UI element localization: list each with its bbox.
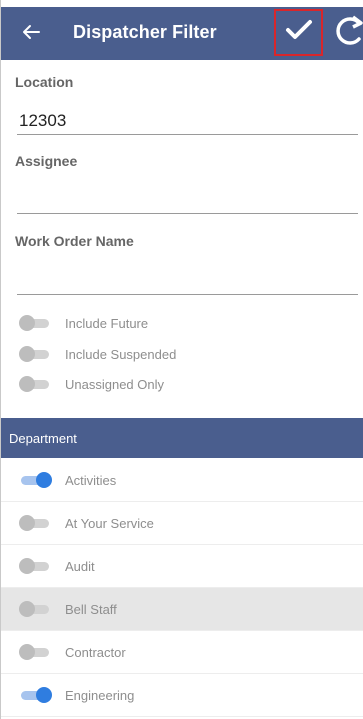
page-title: Dispatcher Filter — [73, 22, 217, 42]
audit-label: Audit — [65, 558, 95, 574]
unassigned-only-label: Unassigned Only — [65, 376, 164, 392]
department-header-label: Department — [9, 430, 77, 446]
department-item-at-your-service[interactable]: At Your Service — [1, 502, 363, 545]
work-order-name-input[interactable] — [17, 267, 358, 295]
include-suspended-toggle-row[interactable]: Include Suspended — [1, 339, 363, 369]
location-label: Location — [15, 74, 74, 90]
engineering-label: Engineering — [65, 687, 135, 703]
department-item-audit[interactable]: Audit — [1, 545, 363, 588]
location-input[interactable] — [17, 107, 358, 135]
unassigned-only-toggle-row[interactable]: Unassigned Only — [1, 369, 363, 399]
contractor-label: Contractor — [65, 644, 126, 660]
department-item-engineering[interactable]: Engineering — [1, 674, 363, 717]
department-item-activities[interactable]: Activities — [1, 459, 363, 502]
department-item-contractor[interactable]: Contractor — [1, 631, 363, 674]
include-future-toggle[interactable] — [19, 313, 51, 333]
include-suspended-label: Include Suspended — [65, 346, 177, 362]
apply-filter-button[interactable] — [274, 9, 323, 56]
audit-toggle[interactable] — [19, 556, 51, 576]
bell-staff-label: Bell Staff — [65, 601, 117, 617]
at-your-service-toggle[interactable] — [19, 513, 51, 533]
activities-label: Activities — [65, 472, 117, 488]
include-future-label: Include Future — [65, 315, 149, 331]
back-button[interactable] — [11, 16, 51, 52]
engineering-toggle[interactable] — [19, 685, 52, 705]
refresh-icon — [329, 14, 363, 52]
work-order-name-label: Work Order Name — [15, 233, 134, 249]
include-suspended-toggle[interactable] — [19, 344, 51, 364]
contractor-toggle[interactable] — [19, 642, 51, 662]
unassigned-only-toggle[interactable] — [19, 374, 51, 394]
checkmark-icon — [285, 18, 313, 47]
include-future-toggle-row[interactable]: Include Future — [1, 308, 363, 338]
at-your-service-label: At Your Service — [65, 515, 154, 531]
assignee-input[interactable] — [17, 186, 358, 214]
department-item-bell-staff[interactable]: Bell Staff — [1, 588, 363, 631]
back-arrow-icon — [22, 24, 40, 45]
activities-toggle[interactable] — [19, 470, 52, 490]
assignee-label: Assignee — [15, 153, 78, 169]
app-header: Dispatcher Filter — [1, 0, 363, 60]
screen: Dispatcher Filter Location Assignee Work… — [0, 0, 363, 719]
department-section-header: Department — [1, 418, 363, 458]
bell-staff-toggle[interactable] — [19, 599, 51, 619]
refresh-button[interactable] — [329, 14, 363, 52]
